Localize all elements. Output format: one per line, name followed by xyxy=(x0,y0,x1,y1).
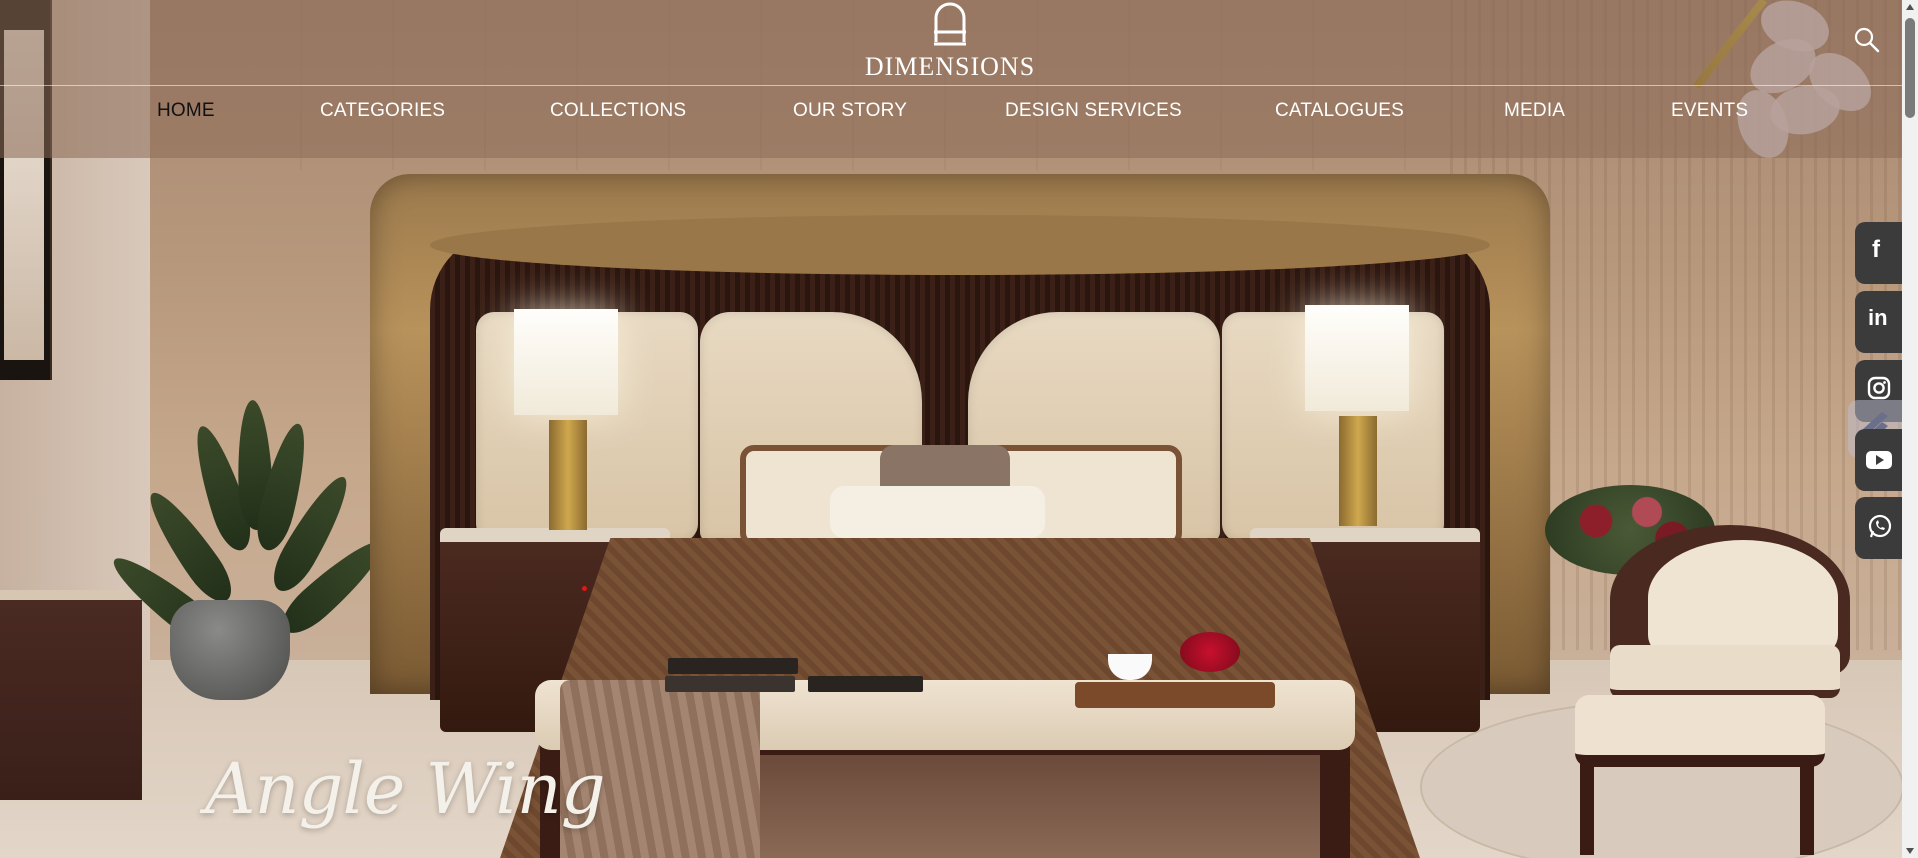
hero-books xyxy=(668,658,798,674)
vertical-scrollbar[interactable] xyxy=(1902,0,1918,858)
facebook-icon: f xyxy=(1872,236,1880,263)
nav-item-design-services[interactable]: DESIGN SERVICES xyxy=(1005,100,1182,122)
nav-item-our-story[interactable]: OUR STORY xyxy=(793,100,907,122)
linkedin-icon: in xyxy=(1868,305,1888,330)
hero-headboard-wave xyxy=(430,215,1490,275)
main-nav: HOME CATEGORIES COLLECTIONS OUR STORY DE… xyxy=(0,100,1902,144)
scroll-thumb[interactable] xyxy=(1905,18,1915,118)
hero-ottoman-leg xyxy=(1800,760,1814,855)
hero-caption: Angle Wing xyxy=(205,748,606,830)
nav-item-events[interactable]: EVENTS xyxy=(1671,100,1748,122)
nav-item-categories[interactable]: CATEGORIES xyxy=(320,100,445,122)
hero-red-dot xyxy=(582,586,587,591)
header-divider xyxy=(0,85,1902,86)
hero-lamp-right-base xyxy=(1339,416,1377,526)
hero-pillow xyxy=(830,486,1045,538)
nav-item-catalogues[interactable]: CATALOGUES xyxy=(1275,100,1404,122)
brand-name: DIMENSIONS xyxy=(864,52,1036,81)
youtube-link[interactable] xyxy=(1855,429,1902,491)
hero-lamp-right xyxy=(1305,305,1409,411)
hero-roses xyxy=(1180,632,1240,672)
scroll-down-arrow[interactable] xyxy=(1906,848,1914,854)
nav-item-home[interactable]: HOME xyxy=(157,100,215,122)
brand-logo[interactable]: DIMENSIONS xyxy=(850,0,1050,84)
hero-tray xyxy=(1075,682,1275,708)
youtube-icon xyxy=(1866,451,1892,469)
scroll-up-arrow[interactable] xyxy=(1906,4,1914,10)
chair-logo-icon xyxy=(934,2,966,46)
hero-armchair-seat xyxy=(1610,645,1840,698)
hero-books xyxy=(665,676,795,692)
nav-item-collections[interactable]: COLLECTIONS xyxy=(550,100,686,122)
whatsapp-icon xyxy=(1868,514,1892,538)
nav-item-media[interactable]: MEDIA xyxy=(1504,100,1565,122)
hero-side-cabinet xyxy=(0,590,142,800)
hero-ottoman xyxy=(1575,695,1825,767)
hero-lamp-left xyxy=(514,309,618,415)
instagram-icon xyxy=(1867,376,1891,400)
linkedin-link[interactable]: in xyxy=(1855,291,1902,353)
hero-armchair-cushion xyxy=(1648,540,1838,655)
hero-ottoman-leg xyxy=(1580,760,1594,855)
whatsapp-link[interactable] xyxy=(1855,497,1902,559)
hero-books xyxy=(808,676,923,692)
hero-lamp-left-base xyxy=(549,420,587,530)
search-icon[interactable] xyxy=(1853,26,1881,54)
facebook-link[interactable]: f xyxy=(1855,222,1902,284)
